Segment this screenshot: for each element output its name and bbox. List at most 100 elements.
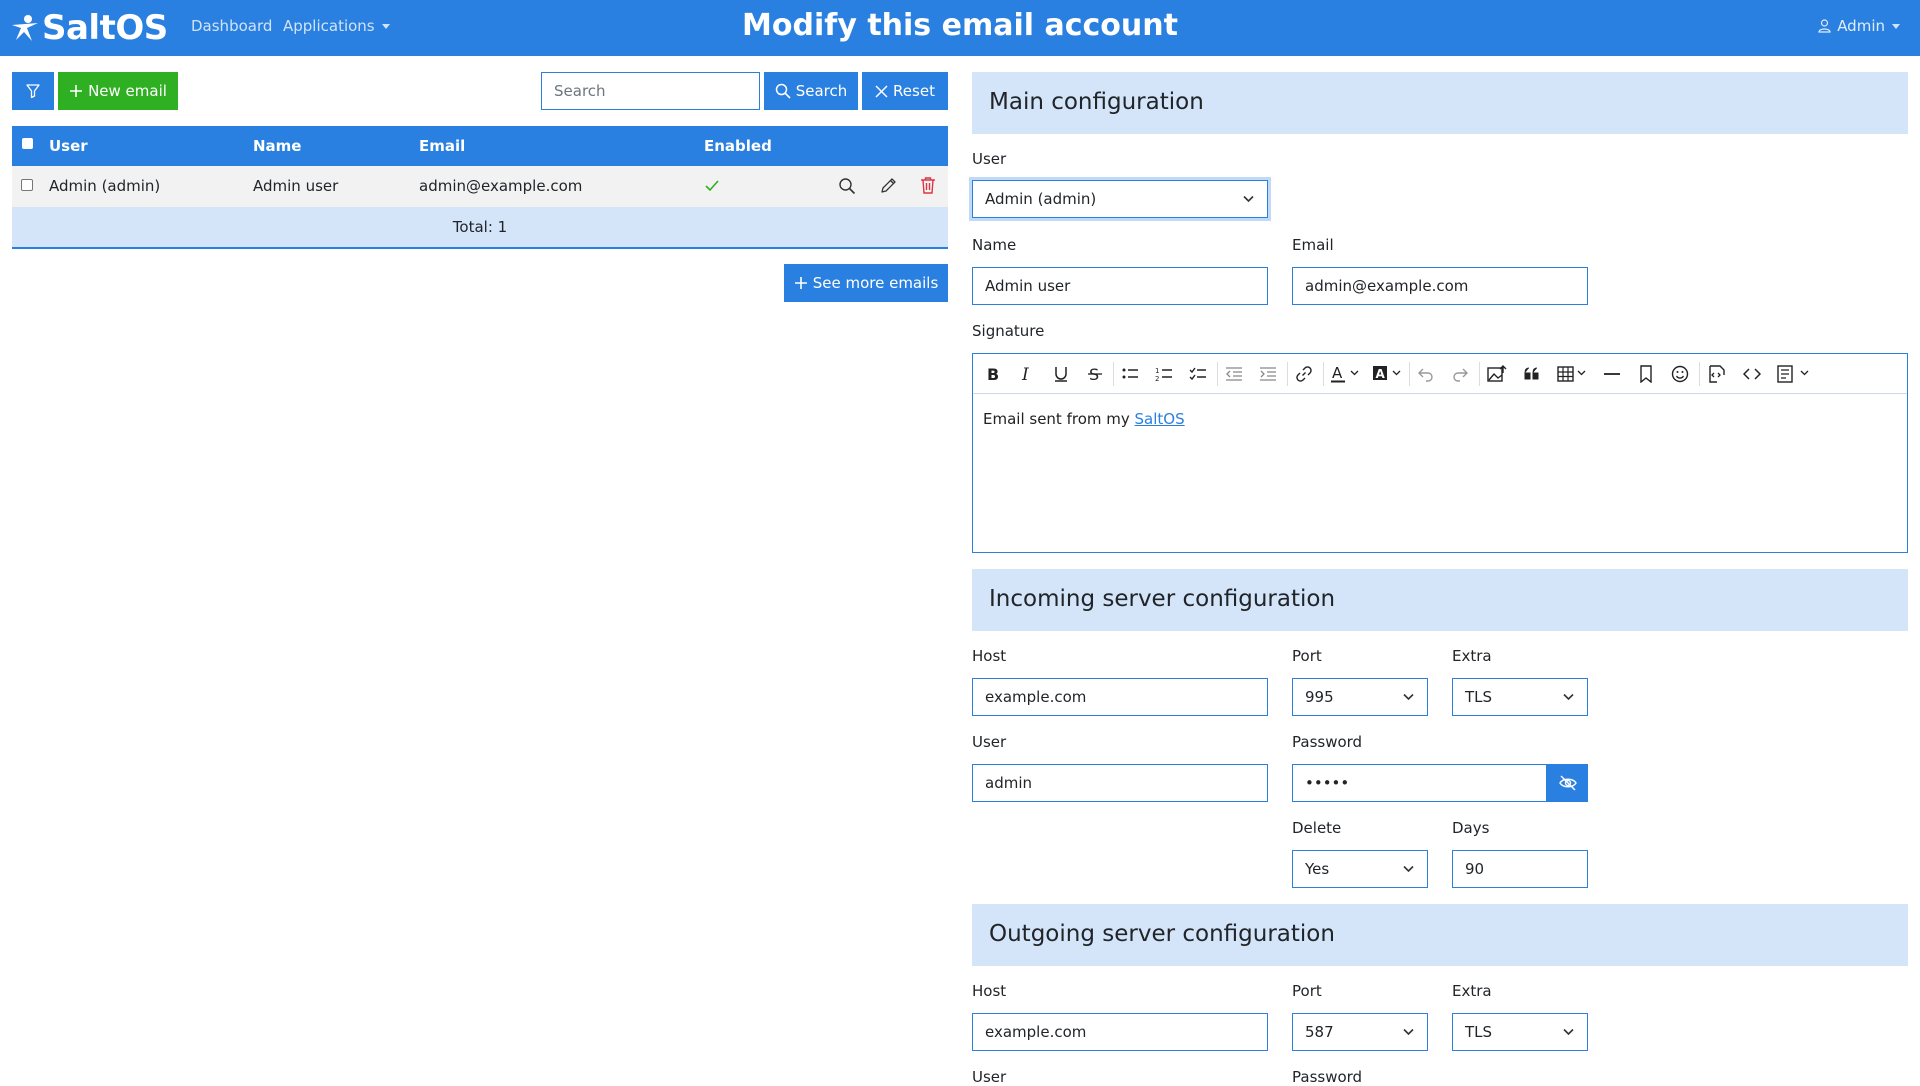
incoming-port-select[interactable]: 995 — [1292, 678, 1428, 716]
reset-button-label: Reset — [893, 82, 935, 100]
signature-content[interactable]: Email sent from my SaltOS — [983, 410, 1185, 428]
password-toggle-button[interactable] — [1547, 764, 1588, 802]
incoming-config-header: Incoming server configuration — [972, 569, 1908, 631]
outgoing-extra-label: Extra — [1452, 982, 1492, 1000]
svg-text:I: I — [1021, 365, 1029, 383]
bullet-list-icon[interactable] — [1121, 365, 1139, 383]
incoming-password-label: Password — [1292, 733, 1363, 751]
insert-image-icon[interactable] — [1487, 365, 1507, 383]
email-label: Email — [1292, 236, 1334, 254]
incoming-host-input[interactable]: example.com — [972, 678, 1268, 716]
column-email[interactable]: Email — [419, 137, 465, 155]
outgoing-port-label: Port — [1292, 982, 1322, 1000]
strikethrough-icon[interactable]: S — [1087, 365, 1103, 383]
user-label: User — [972, 150, 1007, 168]
search-button[interactable]: Search — [764, 72, 858, 110]
incoming-host-label: Host — [972, 647, 1007, 665]
outgoing-host-input[interactable]: example.com — [972, 1013, 1268, 1051]
undo-icon[interactable] — [1417, 365, 1435, 383]
filter-button[interactable] — [12, 72, 54, 110]
user-select[interactable]: Admin (admin) — [972, 180, 1268, 218]
svg-text:B: B — [987, 365, 999, 383]
svg-text:A: A — [1332, 365, 1343, 382]
source-editing-icon[interactable] — [1707, 365, 1727, 383]
new-email-button[interactable]: New email — [58, 72, 178, 110]
days-label: Days — [1452, 819, 1490, 837]
column-user[interactable]: User — [49, 137, 88, 155]
see-more-label: See more emails — [812, 274, 939, 292]
indent-icon[interactable] — [1259, 365, 1277, 383]
chevron-down-icon — [1403, 693, 1414, 701]
font-color-icon[interactable]: A — [1331, 365, 1359, 383]
delete-value: Yes — [1305, 860, 1330, 878]
toolbar-divider — [1323, 362, 1324, 386]
templates-icon[interactable] — [1777, 365, 1809, 383]
chevron-down-icon — [1403, 1028, 1414, 1036]
toolbar-divider — [1479, 362, 1480, 386]
outgoing-user-label: User — [972, 1068, 1007, 1086]
outgoing-extra-value: TLS — [1465, 1023, 1493, 1041]
code-icon[interactable] — [1743, 365, 1761, 383]
column-name[interactable]: Name — [253, 137, 301, 155]
view-icon[interactable] — [838, 177, 856, 195]
bold-icon[interactable]: B — [985, 365, 1001, 383]
user-menu[interactable]: Admin — [1818, 17, 1900, 35]
toolbar-divider — [1699, 362, 1700, 386]
days-input[interactable]: 90 — [1452, 850, 1588, 888]
checklist-icon[interactable] — [1189, 365, 1207, 383]
chevron-down-icon — [1243, 195, 1254, 203]
check-icon — [705, 180, 719, 192]
redo-icon[interactable] — [1451, 365, 1469, 383]
edit-icon[interactable] — [879, 177, 897, 195]
search-input[interactable] — [541, 72, 760, 110]
incoming-extra-select[interactable]: TLS — [1452, 678, 1588, 716]
outgoing-port-select[interactable]: 587 — [1292, 1013, 1428, 1051]
table-header: User Name Email Enabled — [12, 126, 948, 166]
column-enabled[interactable]: Enabled — [704, 137, 772, 155]
delete-label: Delete — [1292, 819, 1342, 837]
top-navbar: SaltOS Dashboard Applications Modify thi… — [0, 0, 1920, 56]
user-icon — [1818, 19, 1831, 33]
svg-text:A: A — [1376, 367, 1386, 381]
emoji-icon[interactable] — [1671, 365, 1689, 383]
svg-text:2: 2 — [1155, 375, 1159, 383]
trash-icon[interactable] — [920, 176, 936, 194]
numbered-list-icon[interactable]: 12 — [1155, 365, 1173, 383]
new-email-label: New email — [88, 82, 167, 100]
signature-editor[interactable]: B I S 12 A A Email sent from my SaltOS — [972, 353, 1908, 553]
chevron-down-icon — [1403, 865, 1414, 873]
email-input[interactable]: admin@example.com — [1292, 267, 1588, 305]
signature-link[interactable]: SaltOS — [1135, 410, 1185, 428]
underline-icon[interactable] — [1053, 365, 1069, 383]
eye-slash-icon — [1558, 775, 1577, 791]
link-icon[interactable] — [1295, 365, 1313, 383]
row-checkbox[interactable] — [21, 179, 33, 191]
horizontal-line-icon[interactable] — [1603, 365, 1621, 383]
incoming-extra-label: Extra — [1452, 647, 1492, 665]
outdent-icon[interactable] — [1225, 365, 1243, 383]
insert-table-icon[interactable] — [1557, 365, 1587, 383]
outgoing-extra-select[interactable]: TLS — [1452, 1013, 1588, 1051]
outgoing-config-header: Outgoing server configuration — [972, 904, 1908, 966]
chevron-down-icon — [1563, 1028, 1574, 1036]
plus-icon — [70, 85, 83, 97]
plus-icon — [794, 277, 807, 289]
user-menu-label: Admin — [1837, 17, 1885, 35]
delete-select[interactable]: Yes — [1292, 850, 1428, 888]
table-row[interactable]: Admin (admin) Admin user admin@example.c… — [12, 166, 948, 207]
name-input[interactable]: Admin user — [972, 267, 1268, 305]
background-color-icon[interactable]: A — [1373, 365, 1401, 383]
italic-icon[interactable]: I — [1019, 365, 1035, 383]
bookmark-icon[interactable] — [1637, 365, 1655, 383]
select-all-checkbox[interactable] — [22, 138, 33, 149]
toolbar-divider — [1113, 362, 1114, 386]
incoming-user-input[interactable]: admin — [972, 764, 1268, 802]
toolbar-divider — [1409, 362, 1410, 386]
outgoing-host-label: Host — [972, 982, 1007, 1000]
toolbar-divider — [1287, 362, 1288, 386]
blockquote-icon[interactable] — [1523, 365, 1541, 383]
incoming-password-input[interactable]: ••••• — [1292, 764, 1547, 802]
reset-button[interactable]: Reset — [862, 72, 948, 110]
editor-toolbar: B I S 12 A A — [973, 354, 1907, 394]
see-more-button[interactable]: See more emails — [784, 264, 948, 302]
